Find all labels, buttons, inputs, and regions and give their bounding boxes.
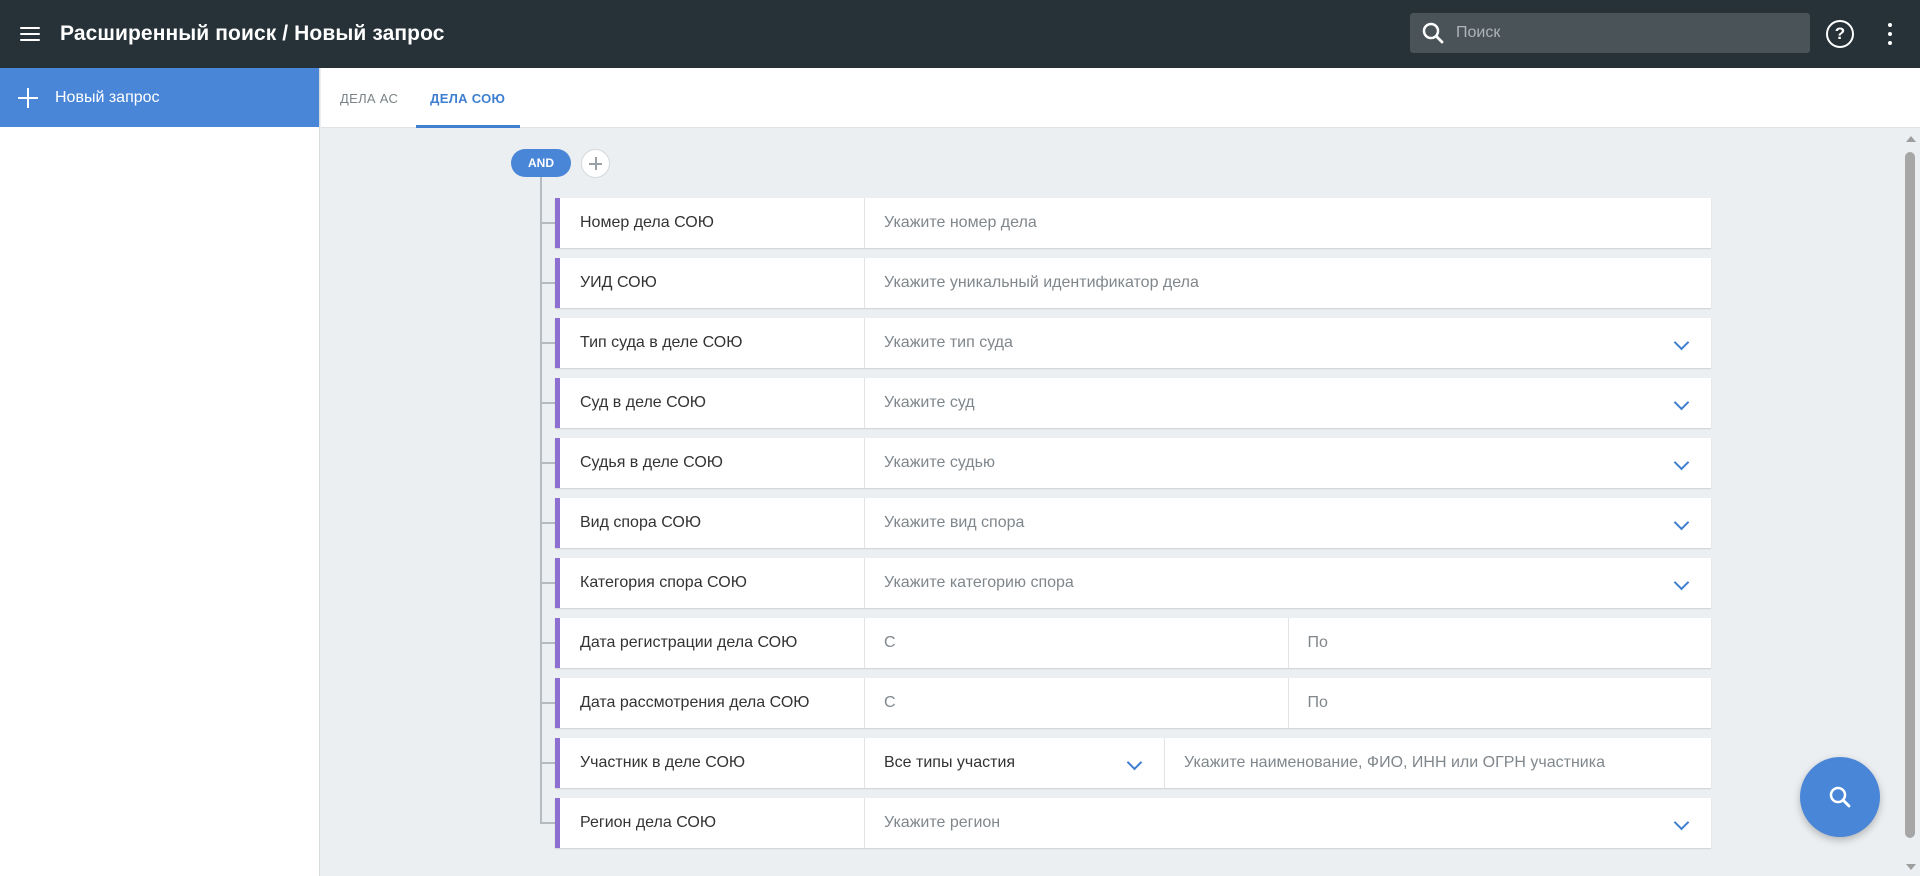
rule-participant: Участник в деле СОЮ Все типы участия bbox=[555, 738, 1711, 788]
judge-select[interactable] bbox=[865, 438, 1711, 488]
tree-connector bbox=[540, 642, 555, 644]
rule-region: Регион дела СОЮ bbox=[555, 798, 1711, 848]
rule-court-type: Тип суда в деле СОЮ bbox=[555, 318, 1711, 368]
tree-connector bbox=[540, 222, 555, 224]
dispute-category-input[interactable] bbox=[865, 558, 1711, 608]
dispute-type-select[interactable] bbox=[865, 498, 1711, 548]
rule-dispute-type: Вид спора СОЮ bbox=[555, 498, 1711, 548]
tab-dela-as[interactable]: ДЕЛА АС bbox=[321, 68, 411, 128]
review-date-from-input[interactable] bbox=[865, 678, 1288, 728]
rule-label: Дата регистрации дела СОЮ bbox=[560, 618, 865, 668]
scroll-thumb[interactable] bbox=[1905, 152, 1915, 838]
case-number-input[interactable] bbox=[865, 198, 1711, 248]
rule-label: Регион дела СОЮ bbox=[560, 798, 865, 848]
page-title: Расширенный поиск / Новый запрос bbox=[60, 22, 445, 45]
search-fab-button[interactable] bbox=[1800, 757, 1880, 837]
search-icon bbox=[1829, 786, 1851, 808]
help-circle-icon[interactable]: ? bbox=[1826, 20, 1854, 48]
sidebar: Новый запрос bbox=[0, 68, 320, 876]
vertical-scrollbar[interactable] bbox=[1901, 128, 1920, 876]
court-type-select[interactable] bbox=[865, 318, 1711, 368]
tab-dela-soyu[interactable]: ДЕЛА СОЮ bbox=[411, 68, 525, 128]
review-date-from-field[interactable] bbox=[865, 678, 1289, 728]
uid-field[interactable] bbox=[865, 258, 1711, 308]
tab-bar: ДЕЛА АС ДЕЛА СОЮ bbox=[321, 68, 1920, 128]
participant-type-value: Все типы участия bbox=[884, 754, 1016, 771]
region-input[interactable] bbox=[865, 798, 1711, 848]
search-icon bbox=[1422, 22, 1444, 44]
rule-review-date: Дата рассмотрения дела СОЮ bbox=[555, 678, 1711, 728]
rule-label: Номер дела СОЮ bbox=[560, 198, 865, 248]
tree-connector bbox=[540, 462, 555, 464]
rule-label: Участник в деле СОЮ bbox=[560, 738, 865, 788]
rule-uid: УИД СОЮ bbox=[555, 258, 1711, 308]
tree-connector bbox=[540, 762, 555, 764]
registration-date-from-input[interactable] bbox=[865, 618, 1288, 668]
scroll-up-arrow-icon[interactable] bbox=[1906, 136, 1916, 142]
tree-connector bbox=[540, 282, 555, 284]
top-bar: Расширенный поиск / Новый запрос ? bbox=[0, 0, 1920, 68]
review-date-to-input[interactable] bbox=[1288, 678, 1711, 728]
rule-label: Суд в деле СОЮ bbox=[560, 378, 865, 428]
rule-label: Судья в деле СОЮ bbox=[560, 438, 865, 488]
rule-dispute-category: Категория спора СОЮ bbox=[555, 558, 1711, 608]
more-vertical-icon[interactable] bbox=[1880, 21, 1900, 47]
global-search-input[interactable] bbox=[1456, 24, 1796, 42]
new-query-label: Новый запрос bbox=[55, 88, 160, 106]
plus-icon bbox=[18, 87, 38, 108]
review-date-to-field[interactable] bbox=[1288, 678, 1711, 728]
global-search[interactable] bbox=[1410, 13, 1810, 53]
plus-icon bbox=[589, 157, 602, 170]
rule-label: Дата рассмотрения дела СОЮ bbox=[560, 678, 865, 728]
registration-date-to-field[interactable] bbox=[1288, 618, 1711, 668]
tree-connector bbox=[540, 342, 555, 344]
court-select[interactable] bbox=[865, 378, 1711, 428]
rule-label: Категория спора СОЮ bbox=[560, 558, 865, 608]
add-rule-button[interactable] bbox=[581, 149, 610, 178]
tree-connector bbox=[540, 822, 555, 824]
court-type-input[interactable] bbox=[865, 318, 1711, 368]
rule-label: Тип суда в деле СОЮ bbox=[560, 318, 865, 368]
participant-field[interactable] bbox=[1165, 738, 1711, 788]
tree-connector bbox=[540, 402, 555, 404]
region-select[interactable] bbox=[865, 798, 1711, 848]
dispute-type-input[interactable] bbox=[865, 498, 1711, 548]
participant-input[interactable] bbox=[1165, 738, 1711, 788]
rule-case-number: Номер дела СОЮ bbox=[555, 198, 1711, 248]
rule-label: Вид спора СОЮ bbox=[560, 498, 865, 548]
tree-connector bbox=[540, 582, 555, 584]
new-query-button[interactable]: Новый запрос bbox=[0, 68, 319, 127]
uid-input[interactable] bbox=[865, 258, 1711, 308]
rule-court: Суд в деле СОЮ bbox=[555, 378, 1711, 428]
scroll-down-arrow-icon[interactable] bbox=[1906, 864, 1916, 870]
registration-date-to-input[interactable] bbox=[1288, 618, 1711, 668]
tree-connector bbox=[540, 702, 555, 704]
rule-judge: Судья в деле СОЮ bbox=[555, 438, 1711, 488]
registration-date-from-field[interactable] bbox=[865, 618, 1289, 668]
court-input[interactable] bbox=[865, 378, 1711, 428]
hamburger-menu-icon[interactable] bbox=[0, 0, 60, 68]
tree-connector bbox=[540, 522, 555, 524]
group-tree-line bbox=[540, 177, 542, 823]
judge-input[interactable] bbox=[865, 438, 1711, 488]
case-number-field[interactable] bbox=[865, 198, 1711, 248]
group-operator-toggle[interactable]: AND bbox=[511, 149, 571, 177]
rule-registration-date: Дата регистрации дела СОЮ bbox=[555, 618, 1711, 668]
participant-type-select[interactable]: Все типы участия bbox=[865, 738, 1165, 788]
rule-label: УИД СОЮ bbox=[560, 258, 865, 308]
chevron-down-icon[interactable] bbox=[1126, 754, 1143, 771]
dispute-category-select[interactable] bbox=[865, 558, 1711, 608]
